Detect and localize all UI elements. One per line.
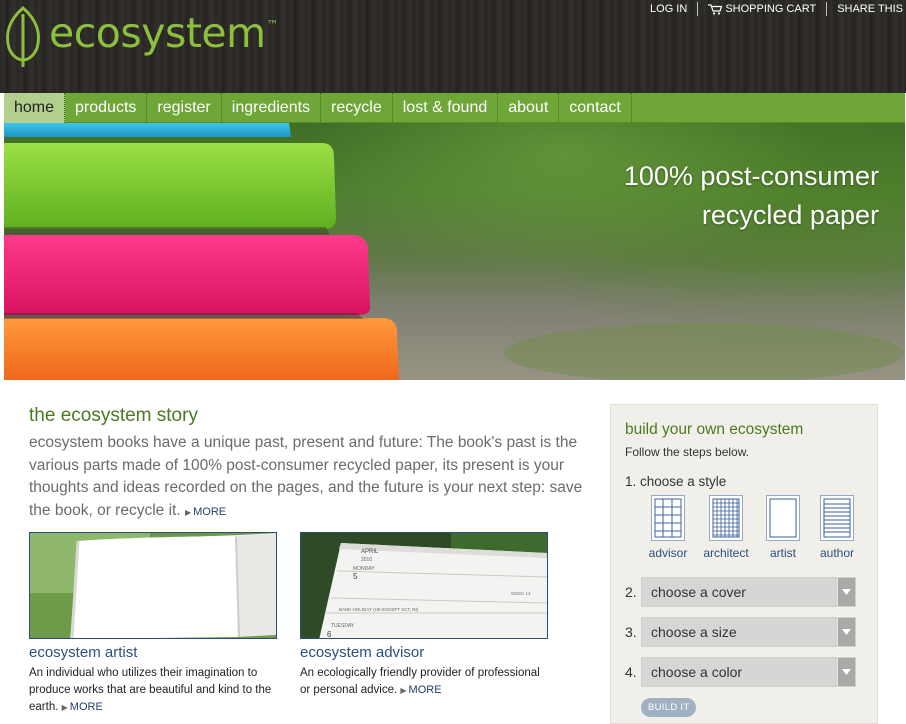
planner-note: BANK HOLIDAY (UK EXCEPT SCT, NI)	[339, 607, 419, 612]
builder-subtitle: Follow the steps below.	[625, 445, 750, 459]
step-color: 4. choose a color	[625, 657, 856, 687]
nav-item-about[interactable]: about	[498, 93, 560, 123]
nav-item-home[interactable]: home	[4, 93, 66, 123]
select-value: choose a cover	[651, 584, 746, 600]
nav-item-contact[interactable]: contact	[559, 93, 632, 123]
more-arrow-icon: ▶	[61, 703, 68, 712]
style-option-author[interactable]: author	[812, 495, 862, 560]
site-header: ecosystem ™ LOG IN SHOPPING CART SHARE T…	[0, 0, 906, 93]
story-title: the ecosystem story	[29, 405, 198, 426]
nav-item-products[interactable]: products	[65, 93, 148, 123]
share-this-link[interactable]: SHARE THIS	[827, 2, 903, 16]
build-it-button[interactable]: BUILD IT	[641, 698, 697, 717]
feature-title[interactable]: ecosystem advisor	[300, 644, 548, 661]
main-nav: home products register ingredients recyc…	[4, 93, 905, 123]
planner-week: WEEK 14	[511, 591, 531, 596]
nav-item-ingredients[interactable]: ingredients	[222, 93, 322, 123]
planner-date2: 6	[327, 630, 332, 639]
more-label: MORE	[408, 684, 442, 696]
style-option-advisor[interactable]: advisor	[643, 495, 693, 560]
more-label: MORE	[193, 506, 227, 519]
color-select[interactable]: choose a color	[641, 657, 856, 687]
build-your-own-panel: build your own ecosystem Follow the step…	[610, 404, 878, 724]
feature-description: An individual who utilizes their imagina…	[29, 665, 277, 716]
feature-title[interactable]: ecosystem artist	[29, 644, 277, 661]
step-number: 2.	[625, 584, 637, 600]
size-select[interactable]: choose a size	[641, 617, 856, 647]
style-label: architect	[703, 546, 749, 560]
builder-title: build your own ecosystem	[625, 421, 804, 438]
architect-style-icon	[709, 495, 743, 541]
hero-headline-line1: 100% post-consumer	[623, 161, 879, 191]
hero-headline-line2: recycled paper	[701, 200, 879, 230]
feature-description: An ecologically friendly provider of pro…	[300, 665, 548, 699]
advisor-planner-image: APRIL 2010 MONDAY 5 WEEK 14 BANK HOLIDAY…	[301, 533, 547, 639]
planner-date1: 5	[353, 572, 358, 581]
planner-month: APRIL	[361, 549, 379, 555]
author-style-icon	[820, 495, 854, 541]
step-number: 4.	[625, 664, 637, 680]
artist-more-link[interactable]: ▶ MORE	[62, 701, 103, 713]
site-logo[interactable]: ecosystem ™	[4, 6, 279, 68]
hero-banner: 100% post-consumer recycled paper	[4, 123, 905, 380]
feature-artist: ecosystem artist An individual who utili…	[29, 532, 277, 716]
dropdown-arrow-icon	[837, 578, 855, 606]
nav-item-register[interactable]: register	[147, 93, 222, 123]
feature-advisor: APRIL 2010 MONDAY 5 WEEK 14 BANK HOLIDAY…	[300, 532, 548, 699]
shopping-cart-label: SHOPPING CART	[725, 3, 817, 15]
nav-item-recycle[interactable]: recycle	[321, 93, 393, 123]
style-label: advisor	[648, 546, 688, 560]
artist-style-icon	[766, 495, 800, 541]
style-option-artist[interactable]: artist	[758, 495, 808, 560]
logo-wordmark: ecosystem	[49, 9, 266, 57]
advisor-style-icon	[651, 495, 685, 541]
story-body: ecosystem books have a unique past, pres…	[29, 432, 589, 525]
dropdown-arrow-icon	[837, 618, 855, 646]
step-number: 3.	[625, 624, 637, 640]
advisor-more-link[interactable]: ▶ MORE	[400, 684, 441, 696]
planner-day2: TUESDAY	[331, 623, 355, 629]
cover-select[interactable]: choose a cover	[641, 577, 856, 607]
hero-headline: 100% post-consumer recycled paper	[519, 157, 879, 235]
dropdown-arrow-icon	[837, 658, 855, 686]
artist-notebook-image	[30, 533, 276, 638]
step-size: 3. choose a size	[625, 617, 856, 647]
trademark-symbol: ™	[266, 18, 279, 32]
nav-item-lost-and-found[interactable]: lost & found	[393, 93, 499, 123]
shopping-cart-icon	[708, 3, 723, 15]
more-arrow-icon: ▶	[400, 686, 407, 695]
style-label: author	[819, 546, 855, 560]
select-value: choose a size	[651, 624, 737, 640]
style-label: artist	[769, 546, 796, 560]
advisor-thumbnail[interactable]: APRIL 2010 MONDAY 5 WEEK 14 BANK HOLIDAY…	[300, 532, 548, 639]
shopping-cart-link[interactable]: SHOPPING CART	[698, 2, 826, 16]
story-text: ecosystem books have a unique past, pres…	[29, 434, 583, 520]
step1-label: 1. choose a style	[625, 474, 727, 489]
story-more-link[interactable]: ▶ MORE	[185, 506, 226, 518]
login-link[interactable]: LOG IN	[640, 2, 697, 16]
planner-year: 2010	[361, 557, 372, 563]
select-value: choose a color	[651, 664, 743, 680]
more-label: MORE	[69, 701, 103, 713]
step-cover: 2. choose a cover	[625, 577, 856, 607]
style-option-architect[interactable]: architect	[701, 495, 751, 560]
artist-thumbnail[interactable]	[29, 532, 277, 639]
more-arrow-icon: ▶	[184, 508, 192, 518]
utility-links: LOG IN SHOPPING CART SHARE THIS	[640, 2, 903, 16]
leaf-logo-icon	[6, 6, 40, 67]
